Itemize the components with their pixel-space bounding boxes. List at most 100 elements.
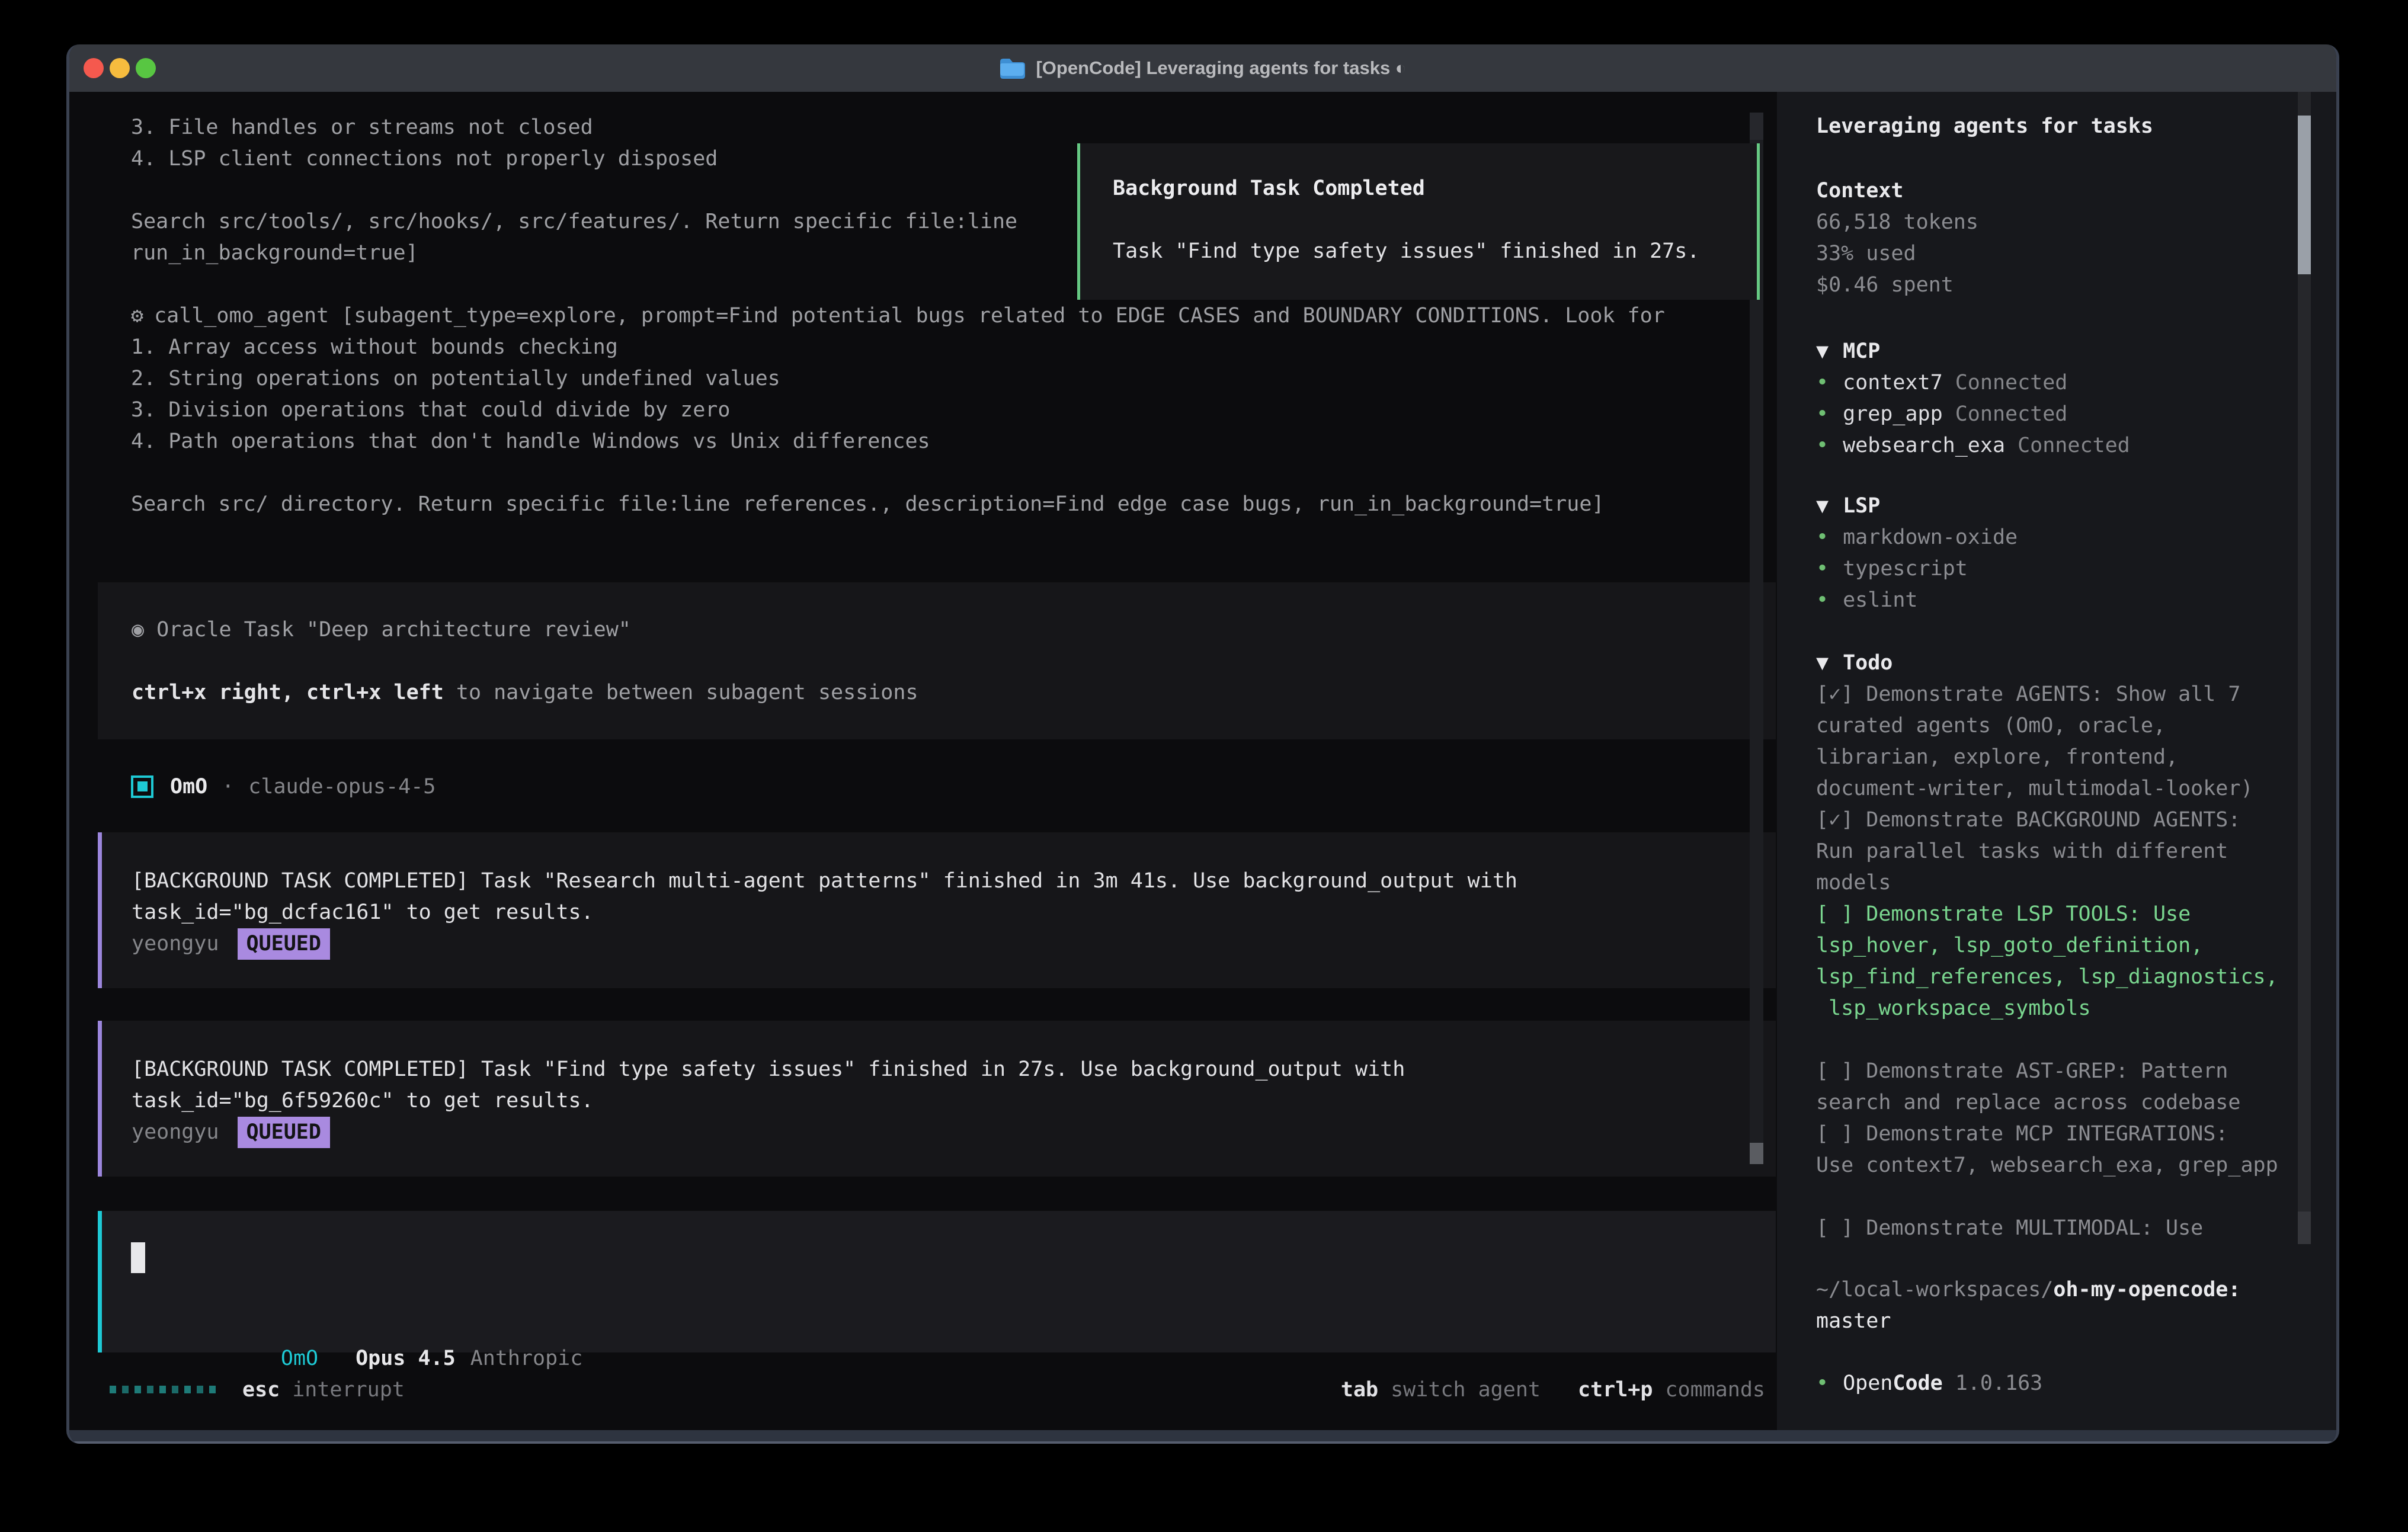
oracle-task-title: Oracle Task "Deep architecture review" (156, 618, 631, 642)
card-line: task_id="bg_6f59260c" to get results. (132, 1085, 1776, 1117)
session-title: Leveraging agents for tasks (1816, 111, 2336, 142)
model-provider: Anthropic (470, 1347, 583, 1370)
window-title-group: [OpenCode] Leveraging agents for tasks ◐ (999, 57, 1406, 79)
lsp-header[interactable]: ▼LSP (1816, 491, 2336, 522)
sidebar-scrollbar[interactable] (2298, 92, 2311, 1244)
status-bar-right: tab switch agent ctrl+p commands (1341, 1378, 1765, 1402)
agent-model: claude-opus-4-5 (248, 775, 436, 799)
author-name: yeongyu (132, 932, 219, 956)
version-line: •OpenCode 1.0.163 (1816, 1368, 2336, 1399)
todo-pending-line: [ ] Demonstrate MCP INTEGRATIONS: (1816, 1118, 2336, 1150)
traffic-lights (84, 44, 156, 92)
sidebar-scrollbar-cap[interactable] (2298, 1212, 2311, 1244)
agent-separator: · (222, 775, 234, 799)
bullet-icon: • (1816, 1371, 1829, 1395)
mcp-header[interactable]: ▼MCP (1816, 336, 2336, 367)
tool-call-text: call_omo_agent [subagent_type=explore, p… (154, 304, 1665, 328)
bullet-icon: • (1816, 525, 1829, 549)
sidebar-scrollbar-thumb[interactable] (2298, 116, 2311, 274)
collapse-triangle-icon: ▼ (1816, 339, 1829, 363)
context-header: Context (1816, 175, 2336, 207)
context-tokens: 66,518 tokens (1816, 207, 2336, 238)
bullet-icon: • (1816, 588, 1829, 612)
terminal-line: 1. Array access without bounds checking (131, 332, 1777, 363)
lsp-item: •markdown-oxide (1816, 522, 2336, 553)
author-name: yeongyu (132, 1120, 219, 1144)
sidebar: Leveraging agents for tasks Context 66,5… (1777, 92, 2336, 1430)
bullet-icon: • (1816, 557, 1829, 581)
agent-checkbox-icon (131, 775, 153, 798)
todo-pending-line: [ ] Demonstrate MULTIMODAL: Use (1816, 1213, 2336, 1244)
opencode-window: [OpenCode] Leveraging agents for tasks ◐… (66, 44, 2339, 1444)
scrollbar-thumb[interactable] (1750, 1143, 1763, 1164)
tab-key: tab (1341, 1378, 1378, 1402)
model-row: OmOOpus 4.5Anthropic (131, 1312, 582, 1343)
status-bar: esc interrupt tab switch agent ctrl+p co… (69, 1374, 1777, 1405)
notification-body: Task "Find type safety issues" finished … (1113, 236, 1757, 267)
status-badge: QUEUED (238, 1117, 330, 1148)
todo-done-line: curated agents (OmO, oracle, (1816, 710, 2336, 742)
model-name: Opus 4.5 (356, 1347, 456, 1370)
agent-header: OmO · claude-opus-4-5 (131, 771, 436, 802)
ctrlp-key: ctrl+p (1578, 1378, 1653, 1402)
terminal-line: 2. String operations on potentially unde… (131, 363, 1777, 395)
todo-done-line: Run parallel tasks with different (1816, 836, 2336, 867)
todo-active-line: lsp_workspace_symbols (1816, 993, 2336, 1024)
workspace-branch: master (1816, 1306, 2336, 1337)
card-line: [BACKGROUND TASK COMPLETED] Task "Find t… (132, 1054, 1776, 1085)
hint-keys: ctrl+x right, ctrl+x left (132, 681, 444, 704)
bullet-icon: • (1816, 434, 1829, 457)
todo-done-line: [✓] Demonstrate AGENTS: Show all 7 (1816, 679, 2336, 710)
todo-done-line: [✓] Demonstrate BACKGROUND AGENTS: (1816, 805, 2336, 836)
context-used: 33% used (1816, 238, 2336, 270)
tool-call-line: ⚙ call_omo_agent [subagent_type=explore, … (131, 300, 1777, 332)
model-agent: OmO (281, 1347, 318, 1370)
scrollbar-top-segment[interactable] (1750, 113, 1763, 140)
collapse-triangle-icon: ▼ (1816, 651, 1829, 675)
lsp-item: •typescript (1816, 553, 2336, 585)
titlebar[interactable]: [OpenCode] Leveraging agents for tasks ◐ (69, 44, 2336, 92)
todo-pending-line: [ ] Demonstrate AST-GREP: Pattern (1816, 1056, 2336, 1087)
terminal-line: 3. File handles or streams not closed (131, 112, 1777, 143)
card-meta: yeongyu QUEUED (132, 928, 1776, 960)
bullet-icon: • (1816, 402, 1829, 426)
lsp-item: •eslint (1816, 585, 2336, 616)
notification-title: Background Task Completed (1113, 173, 1757, 204)
mcp-item: •grep_app Connected (1816, 399, 2336, 430)
card-meta: yeongyu QUEUED (132, 1117, 1776, 1148)
close-button[interactable] (84, 58, 104, 78)
terminal-pane[interactable]: 3. File handles or streams not closed 4.… (69, 92, 1777, 1430)
oracle-task-box: ◉ Oracle Task "Deep architecture review"… (98, 582, 1776, 739)
mcp-item: •websearch_exa Connected (1816, 430, 2336, 461)
agent-name: OmO (170, 775, 207, 799)
spinner-dots-icon (110, 1386, 216, 1393)
status-badge: QUEUED (238, 928, 330, 960)
workspace-path: ~/local-workspaces/oh-my-opencode: (1816, 1274, 2336, 1306)
task-message-card: [BACKGROUND TASK COMPLETED] Task "Find t… (98, 1021, 1776, 1177)
zoom-button[interactable] (136, 58, 156, 78)
minimize-button[interactable] (110, 58, 130, 78)
card-line: [BACKGROUND TASK COMPLETED] Task "Resear… (132, 866, 1776, 897)
oracle-task-title-line: ◉ Oracle Task "Deep architecture review" (132, 614, 1776, 646)
todo-active-line: [ ] Demonstrate LSP TOOLS: Use (1816, 899, 2336, 930)
todo-header[interactable]: ▼Todo (1816, 648, 2336, 679)
text-cursor (131, 1242, 145, 1273)
card-line: task_id="bg_dcfac161" to get results. (132, 897, 1776, 928)
todo-done-line: models (1816, 867, 2336, 899)
background-task-notification: Background Task Completed Task "Find typ… (1077, 143, 1760, 300)
task-message-card: [BACKGROUND TASK COMPLETED] Task "Resear… (98, 832, 1776, 988)
collapse-triangle-icon: ▼ (1816, 494, 1829, 518)
prompt-input[interactable]: OmOOpus 4.5Anthropic (98, 1211, 1776, 1352)
gear-icon: ⚙ (131, 304, 143, 328)
desktop: [OpenCode] Leveraging agents for tasks ◐… (0, 0, 2408, 1532)
folder-icon (999, 57, 1025, 79)
todo-done-line: librarian, explore, frontend, (1816, 742, 2336, 773)
terminal-line: 4. Path operations that don't handle Win… (131, 426, 1777, 457)
window-bottom-chrome (69, 1430, 2336, 1444)
esc-label: interrupt (292, 1378, 405, 1402)
todo-done-line: document-writer, multimodal-looker) (1816, 773, 2336, 805)
todo-pending-line: Use context7, websearch_exa, grep_app (1816, 1150, 2336, 1181)
todo-active-line: lsp_hover, lsp_goto_definition, (1816, 930, 2336, 961)
mcp-item: •context7 Connected (1816, 367, 2336, 399)
tab-label: switch agent (1391, 1378, 1541, 1402)
